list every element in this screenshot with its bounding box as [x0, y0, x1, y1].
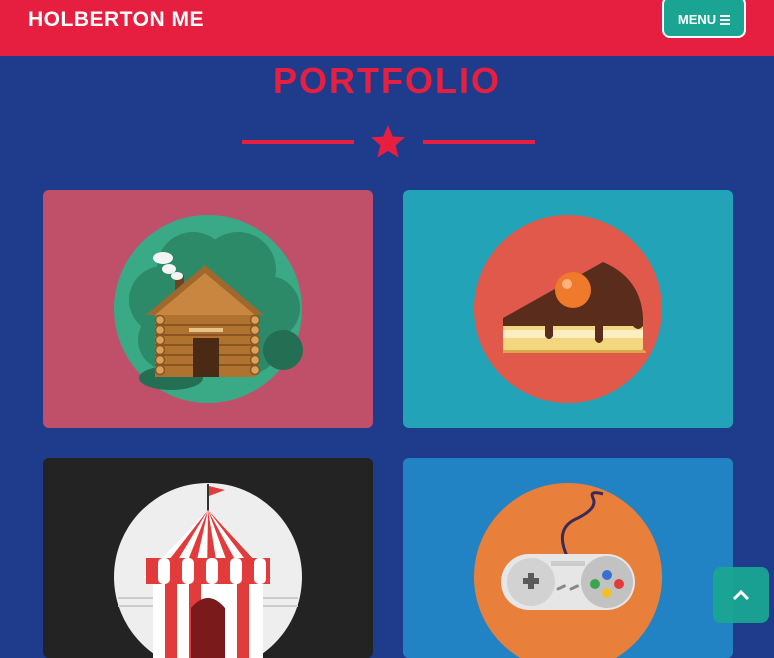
chevron-up-icon [732, 589, 750, 601]
portfolio-title: PORTFOLIO [273, 60, 501, 101]
portfolio-item-game[interactable] [403, 458, 733, 658]
brand-link[interactable]: HOLBERTON ME [28, 8, 204, 32]
back-to-top-button[interactable] [713, 567, 769, 623]
section-divider [0, 120, 774, 164]
cabin-illustration [114, 215, 303, 403]
game-controller-illustration [474, 483, 662, 658]
navbar: HOLBERTON ME MENU [0, 0, 774, 56]
portfolio-item-circus[interactable] [43, 458, 373, 658]
menu-label: MENU [677, 11, 717, 27]
portfolio-item-cabin[interactable] [43, 190, 373, 428]
menu-button[interactable]: MENU [662, 0, 746, 38]
divider-line-right [423, 140, 535, 144]
circus-tent-illustration [114, 483, 302, 658]
cake-illustration [474, 215, 662, 403]
star-icon [371, 125, 405, 158]
divider-line-left [242, 140, 354, 144]
bars-icon [720, 14, 731, 25]
portfolio-item-cake[interactable] [403, 190, 733, 428]
